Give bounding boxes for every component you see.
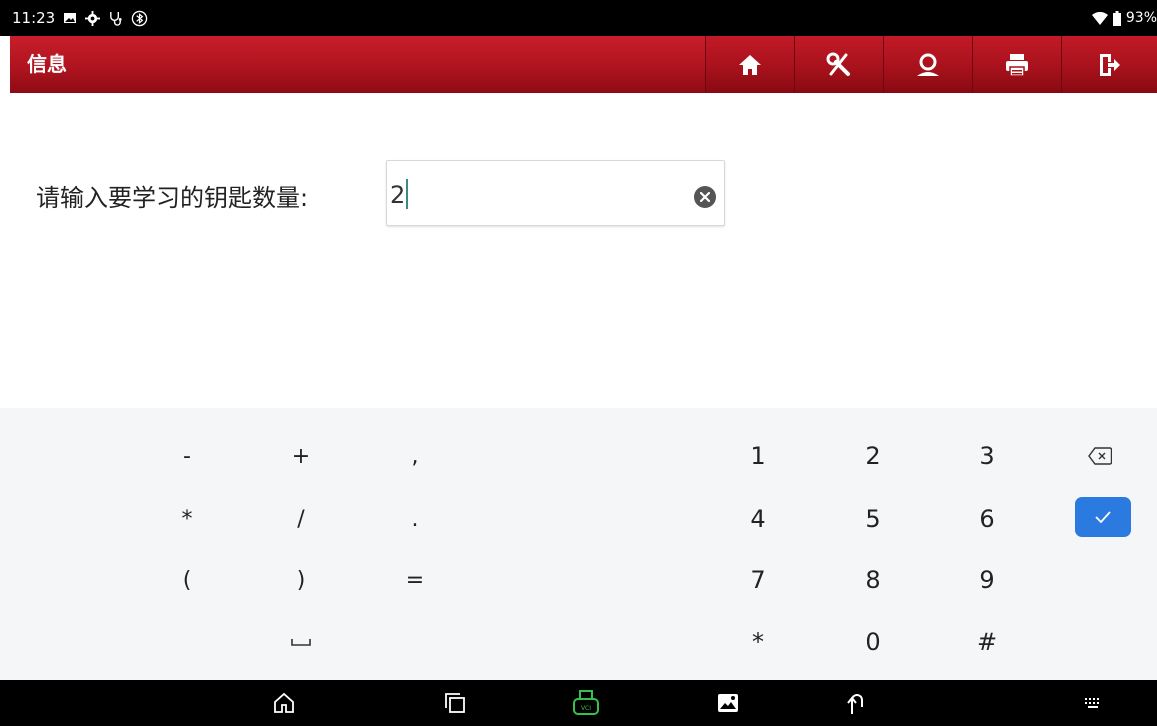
nav-recent-apps-button[interactable] [425, 680, 485, 726]
clear-icon [700, 192, 710, 202]
key-slash[interactable]: / [256, 493, 346, 545]
navigation-bar: VCI [0, 680, 1157, 726]
title-bar: 信息 [10, 36, 1157, 93]
key-4[interactable]: 4 [713, 493, 803, 545]
key-space[interactable] [256, 616, 346, 668]
exit-icon [1099, 53, 1121, 77]
diagnostic-tools-icon [826, 52, 852, 78]
space-icon [291, 639, 311, 646]
key-hash[interactable]: # [942, 616, 1032, 668]
recent-apps-icon [445, 693, 465, 713]
key-asterisk[interactable]: * [142, 493, 232, 545]
exit-button[interactable] [1061, 36, 1157, 93]
user-profile-icon [914, 53, 942, 77]
check-icon [1095, 511, 1111, 523]
diagnostic-tools-button[interactable] [794, 36, 883, 93]
nav-vci-button[interactable]: VCI [556, 680, 616, 726]
key-1[interactable]: 1 [713, 430, 803, 482]
home-outline-icon [274, 692, 294, 713]
print-icon [1005, 53, 1029, 77]
home-icon [738, 54, 762, 76]
backspace-key[interactable] [1055, 430, 1145, 482]
key-count-value[interactable]: 2 [390, 175, 409, 215]
text-caret [406, 179, 409, 209]
nav-home-button[interactable] [254, 680, 314, 726]
key-plus[interactable]: + [256, 430, 346, 482]
wifi-icon [1091, 10, 1108, 26]
key-comma[interactable]: , [370, 430, 460, 482]
settings-icon [85, 10, 101, 26]
keyboard-icon [1085, 698, 1099, 708]
key-7[interactable]: 7 [713, 554, 803, 606]
key-2[interactable]: 2 [828, 430, 918, 482]
key-8[interactable]: 8 [828, 554, 918, 606]
key-9[interactable]: 9 [942, 554, 1032, 606]
back-icon [847, 694, 863, 714]
page-title: 信息 [27, 52, 67, 76]
image-icon [63, 10, 77, 26]
svg-text:VCI: VCI [581, 705, 591, 712]
key-count-label: 请输入要学习的钥匙数量: [36, 184, 309, 212]
battery-icon [1112, 10, 1121, 26]
backspace-icon [1088, 447, 1112, 465]
key-period[interactable]: . [370, 493, 460, 545]
clear-input-button[interactable] [694, 186, 716, 208]
done-key[interactable] [1075, 497, 1131, 537]
key-left-paren[interactable]: ( [142, 554, 232, 606]
stethoscope-icon [108, 10, 123, 26]
vci-icon: VCI [573, 690, 599, 715]
status-bar-left: 11:23 [12, 0, 148, 36]
key-equals[interactable]: = [370, 554, 460, 606]
nav-gallery-button[interactable] [698, 680, 758, 726]
key-6[interactable]: 6 [942, 493, 1032, 545]
status-time: 11:23 [12, 9, 56, 27]
key-0[interactable]: 0 [828, 616, 918, 668]
nav-back-button[interactable] [826, 680, 886, 726]
status-bar-right: 93% [1091, 0, 1157, 36]
bluetooth-icon [131, 10, 148, 26]
key-right-paren[interactable]: ) [256, 554, 346, 606]
key-count-input[interactable]: 2 [386, 160, 725, 226]
print-button[interactable] [972, 36, 1061, 93]
battery-level: 93% [1125, 10, 1157, 26]
numeric-keyboard: - + , * / . ( ) = 1 2 3 4 5 6 7 8 9 * 0 … [0, 408, 1157, 680]
status-bar: 11:23 93% [0, 0, 1157, 36]
nav-keyboard-button[interactable] [1063, 680, 1123, 726]
key-5[interactable]: 5 [828, 493, 918, 545]
key-minus[interactable]: - [142, 430, 232, 482]
user-profile-button[interactable] [883, 36, 972, 93]
key-3[interactable]: 3 [942, 430, 1032, 482]
gallery-icon [718, 694, 738, 712]
home-button[interactable] [705, 36, 794, 93]
key-star[interactable]: * [713, 616, 803, 668]
